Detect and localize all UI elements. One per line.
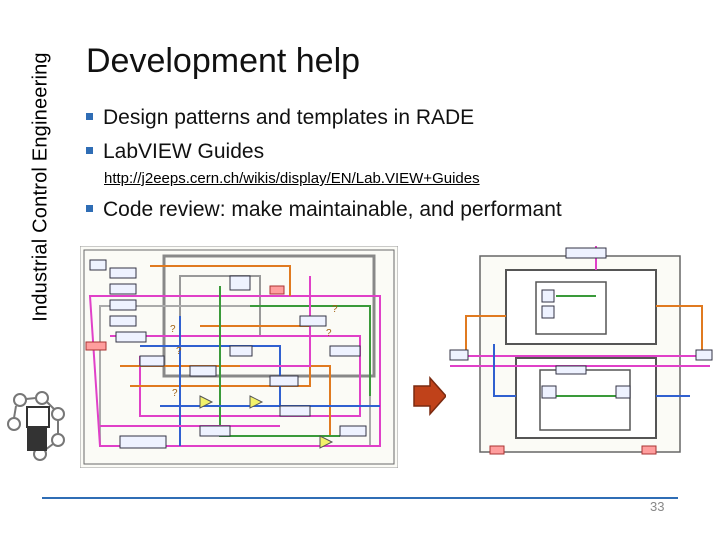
- svg-text:?: ?: [170, 324, 176, 335]
- square-bullet-icon: [86, 204, 93, 212]
- clean-block-diagram-image: [446, 246, 718, 466]
- vertical-title-text: Industrial Control Engineering: [29, 52, 52, 322]
- page-number: 33: [650, 499, 665, 514]
- slide-title: Development help: [86, 42, 361, 80]
- guides-link[interactable]: http://j2eeps.cern.ch/wikis/display/EN/L…: [104, 170, 480, 187]
- vertical-section-title: Industrial Control Engineering: [26, 8, 56, 366]
- svg-text:?: ?: [326, 328, 332, 339]
- bullet-item: Code review: make maintainable, and perf…: [86, 198, 562, 222]
- square-bullet-icon: [86, 146, 93, 154]
- footer-divider: [42, 497, 678, 499]
- right-arrow-icon: [413, 376, 448, 416]
- messy-block-diagram-image: ?????: [80, 246, 398, 468]
- svg-text:?: ?: [172, 388, 178, 399]
- bullet-item: LabVIEW Guides: [86, 140, 264, 164]
- en-ice-logo: [7, 391, 65, 461]
- svg-text:?: ?: [176, 346, 182, 357]
- square-bullet-icon: [86, 112, 93, 120]
- bullet-item: Design patterns and templates in RADE: [86, 106, 474, 130]
- svg-text:?: ?: [332, 304, 338, 315]
